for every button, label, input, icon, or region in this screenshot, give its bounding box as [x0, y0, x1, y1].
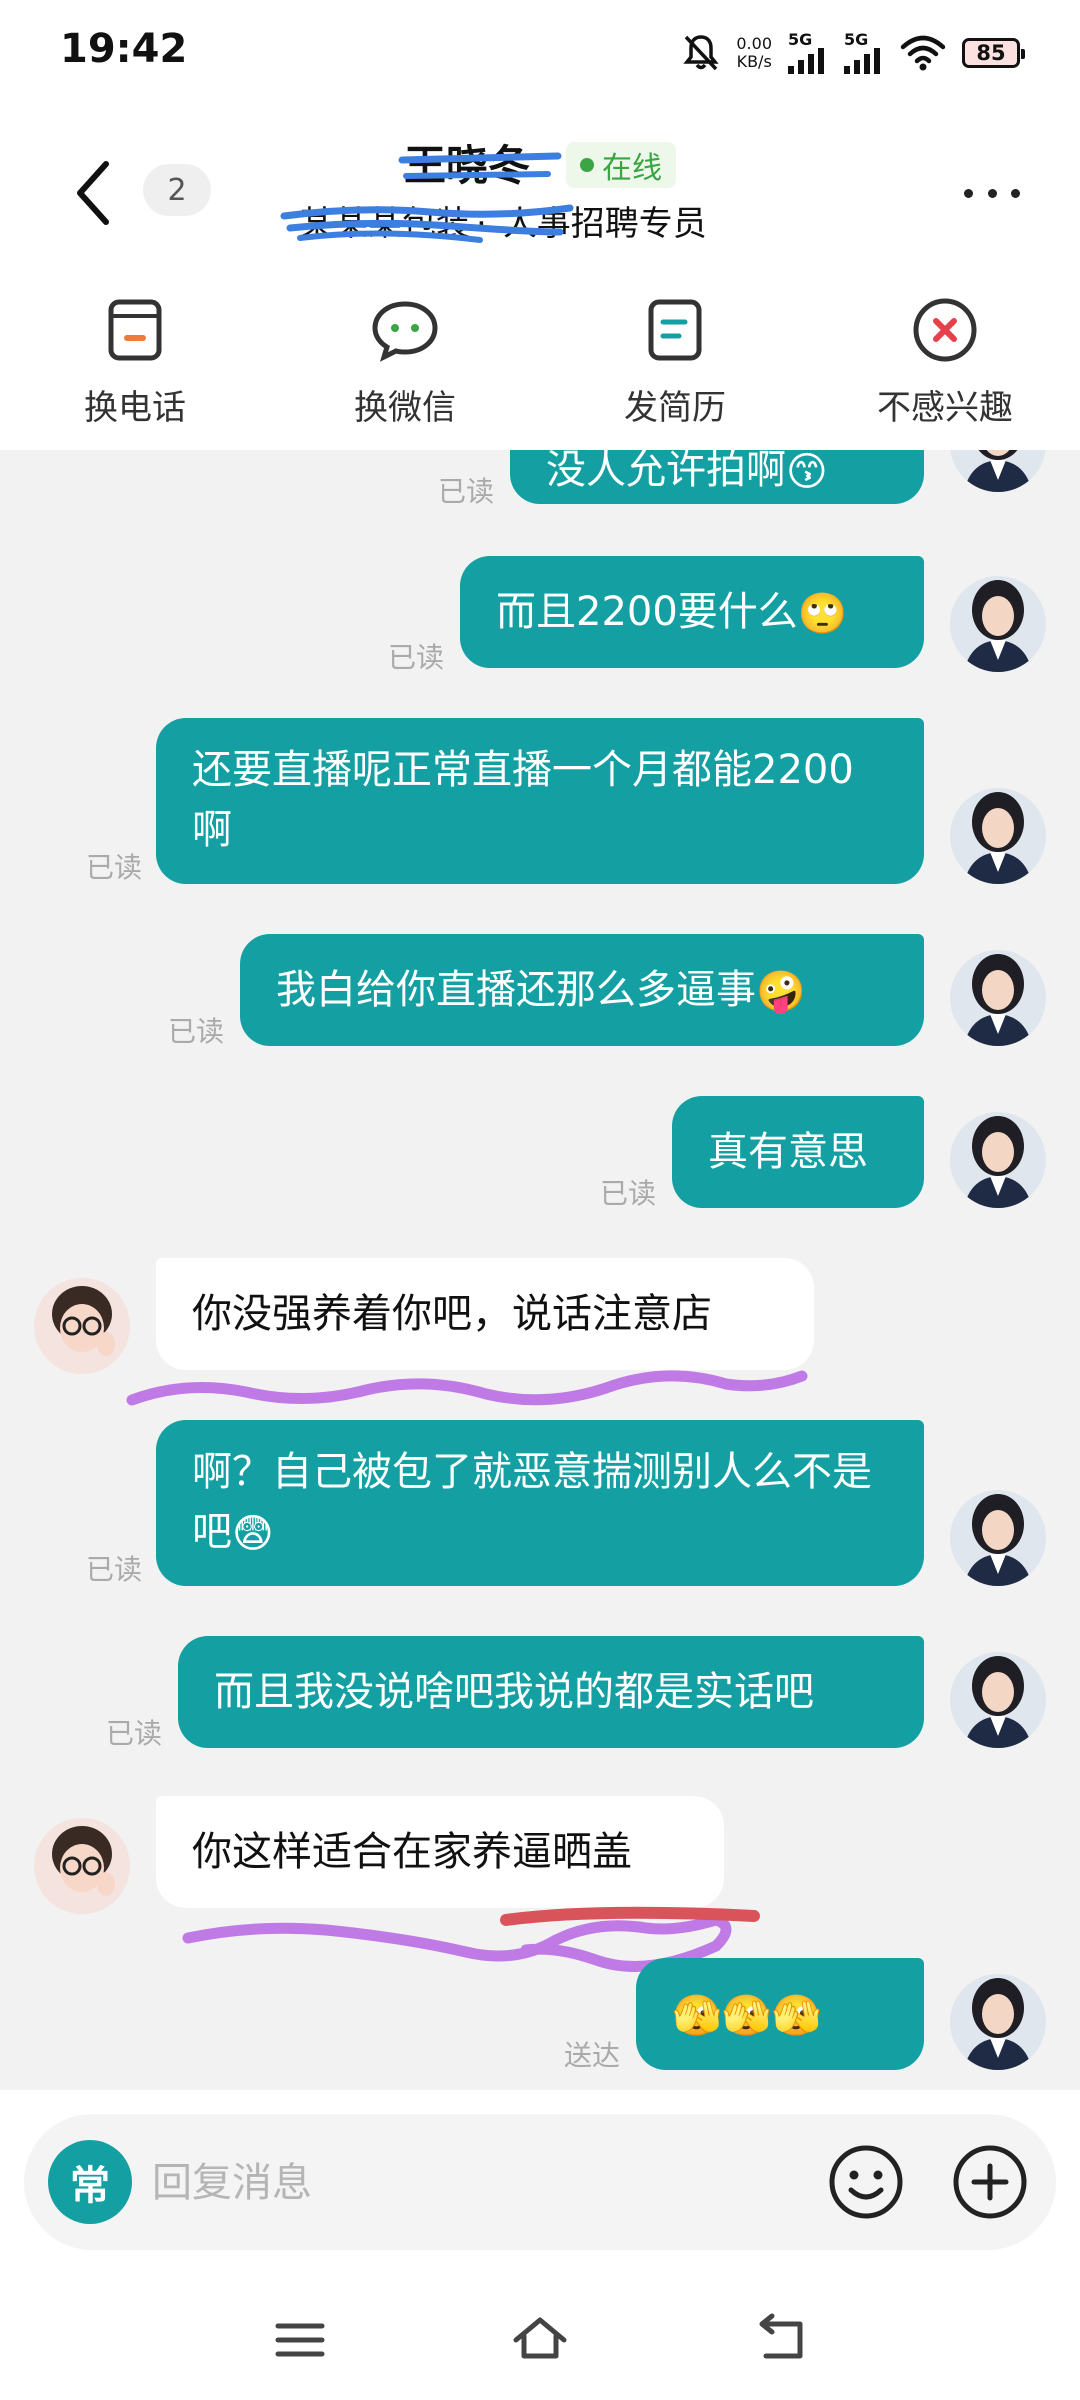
message-bubble[interactable]: 你这样适合在家养逼晒盖 — [156, 1796, 724, 1908]
unread-count-badge[interactable]: 2 — [143, 164, 211, 216]
status-icons: 0.00 KB/s 5G 5G 85 — [682, 30, 1025, 76]
message-bubble[interactable]: 🫣🫣🫣 — [636, 1958, 924, 2070]
send-resume-button[interactable]: 发简历 — [540, 270, 810, 450]
company-redaction-scribble — [280, 204, 574, 243]
online-status-label: 在线 — [602, 151, 662, 186]
plus-add-icon[interactable] — [950, 2142, 1030, 2222]
exchange-wechat-button[interactable]: 换微信 — [270, 270, 540, 450]
message-bubble[interactable]: 真有意思 — [672, 1096, 924, 1208]
chat-header: 2 王晓冬 在线 某某某包装 · 人事招聘专员 — [0, 100, 1080, 270]
message-bubble[interactable]: 你没强养着你吧，说话注意店 — [156, 1258, 814, 1370]
signal-bars-icon — [844, 48, 880, 74]
message-text: 啊？自己被包了就恶意揣测别人么不是吧 — [192, 1449, 872, 1555]
message-text: 我白给你直播还那么多逼事 — [276, 967, 756, 1013]
signal-1-label: 5G — [788, 30, 813, 49]
online-status-badge: 在线 — [566, 142, 676, 188]
net-speed-value: 0.00 — [736, 34, 772, 53]
message-text: 没人允许拍啊 — [546, 450, 786, 493]
message-bubble[interactable]: 还要直播呢正常直播一个月都能2200啊 — [156, 718, 924, 884]
read-status: 已读 — [388, 641, 445, 674]
signal-1: 5G — [788, 32, 828, 74]
more-options-icon[interactable] — [964, 178, 1020, 208]
signal-bars-icon — [788, 48, 824, 74]
wechat-bubble-icon — [372, 301, 438, 362]
status-time: 19:42 — [60, 26, 188, 72]
my-avatar[interactable] — [950, 950, 1046, 1046]
my-avatar[interactable] — [950, 1652, 1046, 1748]
message-text: 而且我没说啥吧我说的都是实话吧 — [214, 1669, 814, 1715]
read-status: 已读 — [438, 475, 495, 508]
reply-input[interactable] — [150, 2148, 774, 2218]
message-text: 你没强养着你吧，说话注意店 — [192, 1291, 712, 1337]
emoji: 😨 — [232, 1511, 274, 1557]
action-label: 发简历 — [624, 388, 726, 428]
read-status: 已读 — [86, 1553, 143, 1586]
read-status: 已读 — [168, 1015, 225, 1048]
emoji: 🤪 — [756, 969, 806, 1015]
mute-bell-icon — [683, 35, 720, 71]
battery-indicator: 85 — [962, 38, 1025, 68]
action-bar: 换电话 换微信 发简历 不感兴趣 — [0, 270, 1080, 450]
online-dot — [580, 158, 594, 172]
menu-icon[interactable] — [270, 2310, 330, 2370]
name-redaction-scribble — [398, 152, 562, 179]
message-bubble[interactable]: 而且2200要什么🙄 — [460, 556, 924, 668]
emoji: 🙄 — [797, 591, 848, 637]
phone-card-icon — [108, 299, 162, 361]
my-avatar[interactable] — [950, 1974, 1046, 2070]
quick-reply-button[interactable]: 常 — [48, 2140, 132, 2224]
my-avatar[interactable] — [950, 576, 1046, 672]
not-interested-icon — [913, 298, 977, 362]
read-status: 已读 — [106, 1717, 163, 1750]
not-interested-button[interactable]: 不感兴趣 — [810, 270, 1080, 450]
home-icon[interactable] — [510, 2310, 570, 2370]
action-label: 不感兴趣 — [877, 388, 1013, 428]
message-text: 还要直播呢正常直播一个月都能2200啊 — [192, 747, 854, 853]
my-avatar[interactable] — [950, 1490, 1046, 1586]
signal-2-label: 5G — [844, 30, 869, 49]
resume-doc-icon — [648, 299, 702, 361]
net-speed-unit: KB/s — [736, 52, 772, 71]
read-status: 送达 — [564, 2039, 621, 2072]
read-status: 已读 — [600, 1177, 657, 1210]
emoji: 🫣🫣🫣 — [672, 1993, 822, 2039]
status-bar: 19:42 0.00 KB/s 5G 5G 85 — [0, 0, 1080, 100]
emoji: 😙 — [786, 450, 828, 495]
my-avatar[interactable] — [950, 1112, 1046, 1208]
my-avatar[interactable] — [950, 788, 1046, 884]
contact-avatar[interactable] — [34, 1818, 130, 1914]
input-box: 常 — [24, 2114, 1056, 2250]
message-text: 你这样适合在家养逼晒盖 — [192, 1829, 632, 1875]
wifi-icon — [900, 35, 946, 71]
exchange-phone-button[interactable]: 换电话 — [0, 270, 270, 450]
my-avatar[interactable] — [950, 450, 1046, 492]
message-bubble[interactable]: 啊？自己被包了就恶意揣测别人么不是吧😨 — [156, 1420, 924, 1586]
message-bubble[interactable]: 没人允许拍啊😙 — [510, 450, 924, 504]
back-arrow-icon[interactable] — [70, 158, 120, 228]
net-speed: 0.00 KB/s — [736, 35, 772, 71]
emoji-smile-icon[interactable] — [826, 2142, 906, 2222]
back-nav-icon[interactable] — [750, 2310, 810, 2370]
message-text: 真有意思 — [708, 1129, 868, 1175]
chat-messages[interactable]: 没人允许拍啊😙 已读 而且2200要什么🙄 已读 还要直播呢正常直播一个月都能2… — [0, 450, 1080, 2090]
message-text: 而且2200要什么 — [496, 589, 798, 635]
input-area: 常 — [0, 2090, 1080, 2280]
message-bubble[interactable]: 我白给你直播还那么多逼事🤪 — [240, 934, 924, 1046]
system-navigation-bar — [0, 2280, 1080, 2400]
contact-avatar[interactable] — [34, 1278, 130, 1374]
signal-2: 5G — [844, 32, 884, 74]
read-status: 已读 — [86, 851, 143, 884]
message-bubble[interactable]: 而且我没说啥吧我说的都是实话吧 — [178, 1636, 924, 1748]
action-label: 换微信 — [354, 388, 456, 428]
action-label: 换电话 — [84, 388, 186, 428]
